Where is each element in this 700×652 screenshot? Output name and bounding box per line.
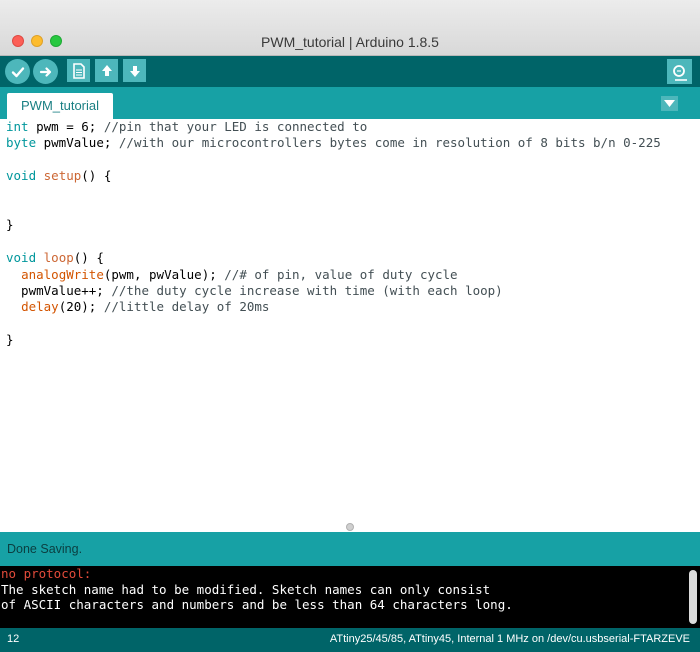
code-token: //# of pin, value of duty cycle bbox=[224, 266, 458, 282]
console-line: The sketch name had to be modified. Sket… bbox=[1, 581, 491, 597]
tab-pwm-tutorial[interactable]: PWM_tutorial bbox=[7, 93, 114, 119]
code-token: () { bbox=[81, 168, 112, 184]
code-token: () { bbox=[73, 250, 104, 266]
splitter-handle[interactable] bbox=[346, 523, 354, 531]
window-title: PWM_tutorial | Arduino 1.8.5 bbox=[261, 34, 439, 50]
arrow-right-icon bbox=[39, 66, 51, 77]
code-token: int bbox=[6, 119, 29, 134]
tab-menu-button[interactable] bbox=[661, 96, 678, 111]
code-line: void loop() { bbox=[0, 250, 700, 266]
code-token: void bbox=[6, 250, 37, 266]
code-editor[interactable]: int pwm = 6; //pin that your LED is conn… bbox=[0, 119, 700, 532]
code-line: } bbox=[0, 217, 700, 233]
window-titlebar: PWM_tutorial | Arduino 1.8.5 bbox=[0, 0, 700, 56]
console-error-line: no protocol: bbox=[1, 566, 92, 581]
code-line: pwmValue++; //the duty cycle increase wi… bbox=[0, 283, 700, 299]
code-line: analogWrite(pwm, pwValue); //# of pin, v… bbox=[0, 267, 700, 283]
bottom-bar: 12 ATtiny25/45/85, ATtiny45, Internal 1 … bbox=[0, 628, 700, 652]
status-bar: Done Saving. bbox=[0, 532, 700, 566]
code-token: } bbox=[6, 332, 14, 348]
upload-button[interactable] bbox=[33, 59, 58, 84]
code-token: analogWrite bbox=[21, 266, 104, 282]
code-token: pwmValue; bbox=[36, 135, 119, 151]
code-token: (20); bbox=[58, 299, 104, 315]
verify-button[interactable] bbox=[5, 59, 30, 84]
code-line: void setup() { bbox=[0, 168, 700, 184]
line-number: 12 bbox=[7, 633, 20, 645]
magnifier-icon bbox=[672, 64, 687, 81]
code-token: (pwm, pwValue); bbox=[103, 266, 225, 282]
triangle-down-icon bbox=[664, 100, 675, 107]
code-line: int pwm = 6; //pin that your LED is conn… bbox=[0, 119, 700, 135]
toolbar bbox=[0, 56, 700, 87]
open-sketch-button[interactable] bbox=[95, 59, 118, 82]
code-token: void bbox=[6, 168, 37, 184]
code-token: //with our microcontrollers bytes come i… bbox=[118, 135, 661, 151]
code-line: delay(20); //little delay of 20ms bbox=[0, 299, 700, 315]
board-info: ATtiny25/45/85, ATtiny45, Internal 1 MHz… bbox=[329, 633, 690, 645]
serial-monitor-button[interactable] bbox=[667, 59, 692, 84]
code-token: //little delay of 20ms bbox=[103, 299, 270, 315]
console-line: of ASCII characters and numbers and be l… bbox=[1, 597, 513, 612]
console-output[interactable]: no protocol: The sketch name had to be m… bbox=[0, 566, 700, 628]
code-line: byte pwmValue; //with our microcontrolle… bbox=[0, 135, 700, 151]
checkmark-icon bbox=[11, 66, 24, 77]
arrow-up-icon bbox=[101, 64, 112, 76]
save-sketch-button[interactable] bbox=[123, 59, 146, 82]
code-token: pwmValue++; bbox=[6, 282, 112, 298]
arrow-down-icon bbox=[129, 65, 140, 77]
new-file-icon bbox=[72, 62, 85, 79]
code-line: } bbox=[0, 332, 700, 348]
code-token: setup bbox=[43, 168, 82, 184]
code-token: //the duty cycle increase with time (wit… bbox=[111, 282, 503, 298]
code-token: byte bbox=[6, 135, 37, 151]
code-token: //pin that your LED is connected to bbox=[103, 119, 368, 134]
code-token: pwm = 6; bbox=[28, 119, 104, 134]
tab-bar: PWM_tutorial bbox=[0, 87, 700, 119]
console-scrollbar[interactable] bbox=[689, 570, 697, 624]
code-token: delay bbox=[21, 299, 59, 315]
code-token: } bbox=[6, 217, 14, 233]
code-token: loop bbox=[43, 250, 74, 266]
new-sketch-button[interactable] bbox=[67, 59, 90, 82]
